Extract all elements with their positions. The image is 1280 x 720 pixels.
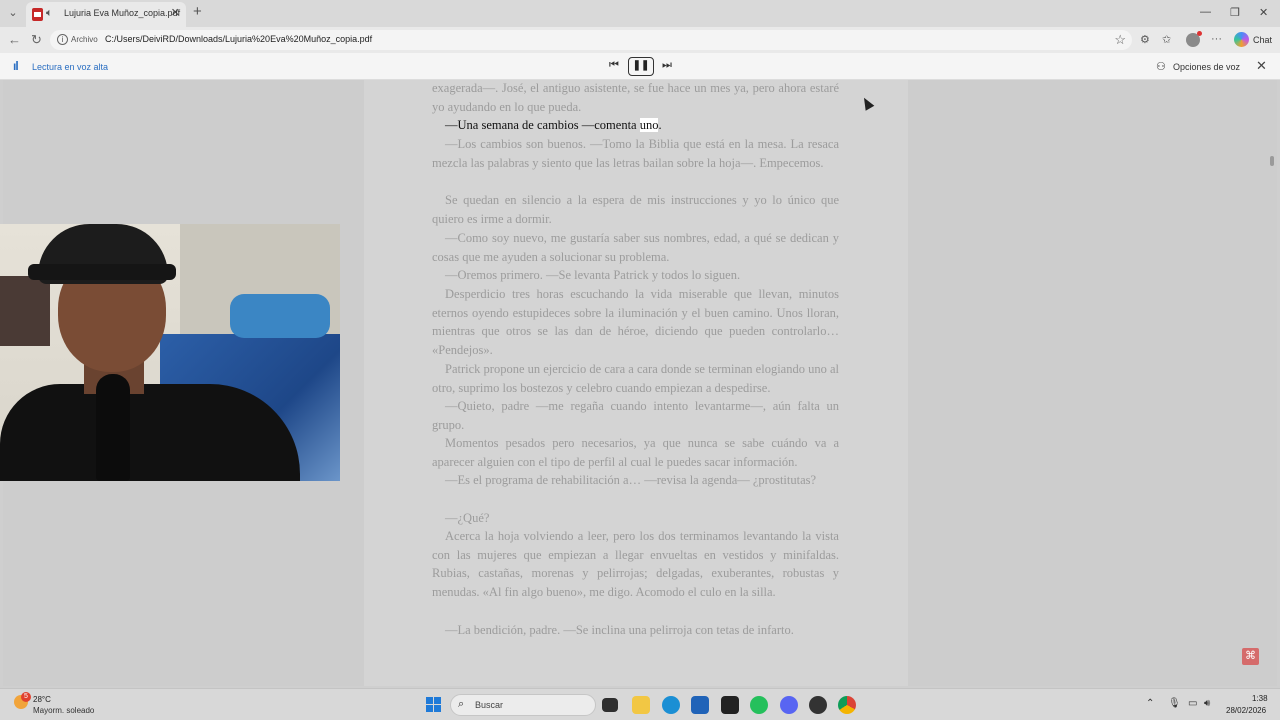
- clock-time[interactable]: 1:38: [1252, 694, 1268, 703]
- tab-active[interactable]: 🔈︎ Lujuria Eva Muñoz_copia.pdf ✕: [26, 2, 186, 27]
- paragraph: Momentos pesados pero necesarios, ya que…: [432, 436, 839, 469]
- tab-actions-menu-icon[interactable]: ⌄: [4, 4, 22, 22]
- pause-button[interactable]: ❚❚: [628, 57, 654, 76]
- volume-icon[interactable]: 🔊︎: [1204, 698, 1210, 709]
- search-label: Buscar: [475, 700, 504, 710]
- temperature[interactable]: 28°C: [33, 695, 51, 704]
- webcam-overlay: [0, 224, 340, 481]
- file-explorer-icon[interactable]: [632, 696, 650, 714]
- current-word-highlight: uno: [639, 118, 659, 132]
- copilot-icon[interactable]: [1234, 32, 1249, 47]
- network-icon[interactable]: ▭: [1188, 698, 1197, 709]
- webcam-microphone: [96, 374, 130, 481]
- pdf-page: exagerada—. José, el antiguo asistente, …: [364, 80, 908, 686]
- paragraph-text: .: [658, 118, 662, 132]
- url-scheme-label: Archivo: [71, 35, 98, 44]
- obs-icon[interactable]: [809, 696, 827, 714]
- favorites-icon[interactable]: ✩: [1162, 33, 1171, 46]
- paragraph-text: —Una semana de cambios —comenta: [445, 118, 640, 132]
- back-icon[interactable]: ←: [8, 32, 21, 47]
- taskbar: 5 28°C Mayorm. soleado ⌕ Buscar ⌃ 🎙︎ ▭ 🔊…: [0, 688, 1280, 720]
- favorite-star-icon[interactable]: ☆: [1114, 32, 1126, 48]
- info-icon[interactable]: i: [57, 34, 68, 45]
- refresh-icon[interactable]: ↻: [31, 32, 42, 48]
- paragraph: —Como soy nuevo, me gustaría saber sus n…: [432, 231, 839, 264]
- voice-options-label[interactable]: Opciones de voz: [1173, 62, 1240, 72]
- url-text[interactable]: C:/Users/DeiviRD/Downloads/Lujuria%20Eva…: [105, 34, 372, 44]
- read-aloud-label[interactable]: Lectura en voz alta: [32, 62, 108, 72]
- webcam-pillow: [230, 294, 330, 338]
- voice-options-icon[interactable]: ⚇: [1156, 60, 1166, 73]
- microphone-icon[interactable]: 🎙︎: [1168, 698, 1181, 709]
- address-bar[interactable]: i Archivo C:/Users/DeiviRD/Downloads/Luj…: [50, 30, 1132, 50]
- webcam-person-body: [0, 384, 300, 481]
- chat-label[interactable]: Chat: [1253, 35, 1272, 45]
- paragraph: —Es el programa de rehabilitación a… —re…: [445, 473, 817, 487]
- webcam-person-cap-brim: [28, 264, 176, 280]
- chrome-icon[interactable]: [838, 696, 856, 714]
- paragraph: Se quedan en silencio a la espera de mis…: [432, 193, 839, 226]
- store-icon[interactable]: [691, 696, 709, 714]
- paragraph: —Oremos primero. —Se levanta Patrick y t…: [445, 268, 741, 282]
- read-aloud-icon: ıl: [13, 59, 19, 73]
- search-icon: ⌕: [458, 698, 465, 710]
- webcam-shelf: [0, 276, 50, 346]
- speaker-icon[interactable]: 🔈︎: [46, 7, 53, 20]
- minimize-icon[interactable]: —: [1200, 6, 1211, 18]
- taskbar-search[interactable]: ⌕ Buscar: [450, 694, 596, 716]
- clock-date[interactable]: 28/02/2026: [1226, 706, 1266, 715]
- task-view-icon[interactable]: [602, 698, 618, 712]
- chevron-up-icon[interactable]: ⌃: [1146, 698, 1154, 709]
- paragraph: exagerada—. José, el antiguo asistente, …: [432, 81, 839, 114]
- paragraph: —La bendición, padre. —Se inclina una pe…: [445, 623, 794, 637]
- weather-description[interactable]: Mayorm. soleado: [33, 706, 94, 715]
- read-aloud-bar: ıl Lectura en voz alta ⏮ ❚❚ ⏭ ⚇ Opciones…: [0, 53, 1280, 80]
- close-window-icon[interactable]: ✕: [1259, 6, 1268, 19]
- plus-icon[interactable]: +: [193, 4, 202, 20]
- paragraph: —¿Qué?: [445, 511, 490, 525]
- paragraph: Acerca la hoja volviendo a leer, pero lo…: [432, 529, 839, 600]
- profile-avatar[interactable]: [1186, 31, 1202, 47]
- paragraph-active: —Una semana de cambios —comenta uno.: [432, 116, 839, 135]
- tab-title: Lujuria Eva Muñoz_copia.pdf: [64, 8, 181, 18]
- address-bar-row: ← ↻ i Archivo C:/Users/DeiviRD/Downloads…: [0, 27, 1280, 53]
- paragraph: Desperdicio tres horas escuchando la vid…: [432, 287, 839, 358]
- windows-start-icon[interactable]: [426, 697, 441, 712]
- pdf-file-icon: [32, 8, 43, 21]
- close-tab-icon[interactable]: ✕: [171, 6, 180, 19]
- capcut-icon[interactable]: [721, 696, 739, 714]
- next-paragraph-icon[interactable]: ⏭: [662, 59, 672, 72]
- weather-badge: 5: [21, 692, 31, 702]
- edge-icon[interactable]: [662, 696, 680, 714]
- acrobat-icon[interactable]: ⌘: [1242, 648, 1259, 665]
- paragraph: Patrick propone un ejercicio de cara a c…: [432, 362, 839, 395]
- tab-bar: ⌄ 🔈︎ Lujuria Eva Muñoz_copia.pdf ✕ + — ❐…: [0, 0, 1280, 27]
- more-options-icon[interactable]: ···: [1211, 33, 1222, 45]
- extensions-icon[interactable]: ⚙: [1140, 33, 1150, 46]
- paragraph: —Los cambios son buenos. —Tomo la Biblia…: [432, 137, 839, 170]
- restore-icon[interactable]: ❐: [1230, 6, 1240, 19]
- close-read-aloud-icon[interactable]: ✕: [1256, 58, 1267, 74]
- whatsapp-icon[interactable]: [750, 696, 768, 714]
- discord-icon[interactable]: [780, 696, 798, 714]
- previous-paragraph-icon[interactable]: ⏮: [609, 59, 619, 72]
- paragraph: —Quieto, padre —me regaña cuando intento…: [432, 399, 839, 432]
- scrollbar-thumb[interactable]: [1270, 156, 1274, 166]
